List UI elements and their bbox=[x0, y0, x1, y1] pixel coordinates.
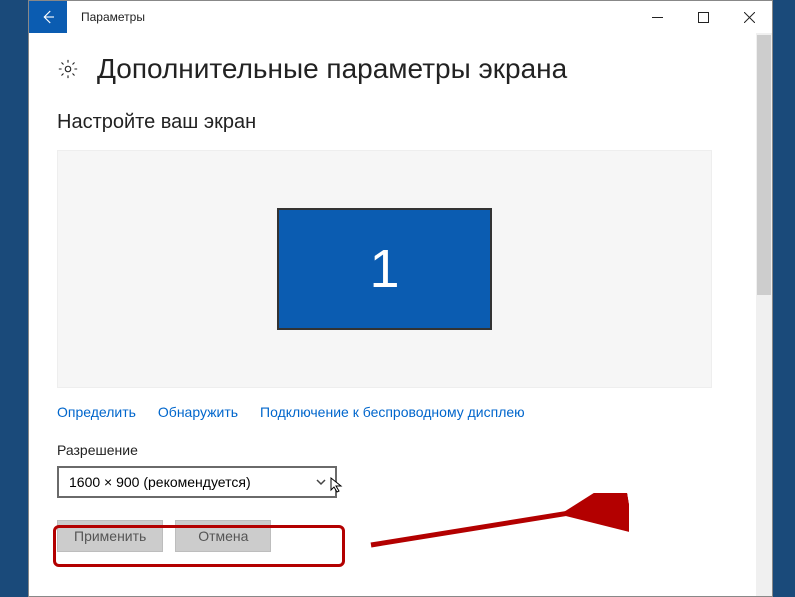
button-row: Применить Отмена bbox=[57, 520, 744, 552]
titlebar: Параметры bbox=[29, 1, 772, 33]
resolution-label: Разрешение bbox=[57, 442, 744, 458]
chevron-down-icon bbox=[315, 476, 327, 488]
gear-icon bbox=[57, 58, 79, 80]
display-links: Определить Обнаружить Подключение к бесп… bbox=[57, 404, 744, 420]
apply-button-label: Применить bbox=[74, 528, 146, 544]
scrollbar-thumb[interactable] bbox=[757, 35, 771, 295]
monitor-tile-1[interactable]: 1 bbox=[277, 208, 492, 330]
monitor-number: 1 bbox=[369, 238, 399, 300]
resolution-selected-value: 1600 × 900 (рекомендуется) bbox=[69, 474, 251, 490]
page-header: Дополнительные параметры экрана bbox=[57, 53, 744, 85]
arrow-left-icon bbox=[39, 8, 57, 26]
window-title: Параметры bbox=[81, 10, 145, 24]
apply-button[interactable]: Применить bbox=[57, 520, 163, 552]
cancel-button-label: Отмена bbox=[198, 528, 248, 544]
content-area: Дополнительные параметры экрана Настройт… bbox=[29, 33, 772, 596]
minimize-button[interactable] bbox=[634, 1, 680, 33]
display-preview-area[interactable]: 1 bbox=[57, 150, 712, 388]
cursor-icon bbox=[329, 476, 347, 494]
detect-link[interactable]: Обнаружить bbox=[158, 404, 238, 420]
maximize-button[interactable] bbox=[680, 1, 726, 33]
section-heading: Настройте ваш экран bbox=[57, 111, 744, 134]
minimize-icon bbox=[652, 12, 663, 23]
page-title: Дополнительные параметры экрана bbox=[97, 53, 567, 85]
settings-window: Параметры Дополнительные параметры эк bbox=[28, 0, 773, 597]
scrollbar[interactable] bbox=[756, 33, 772, 596]
cancel-button[interactable]: Отмена bbox=[175, 520, 271, 552]
window-controls bbox=[634, 1, 772, 33]
maximize-icon bbox=[698, 12, 709, 23]
wireless-display-link[interactable]: Подключение к беспроводному дисплею bbox=[260, 404, 525, 420]
back-button[interactable] bbox=[29, 1, 67, 33]
close-button[interactable] bbox=[726, 1, 772, 33]
close-icon bbox=[744, 12, 755, 23]
identify-link[interactable]: Определить bbox=[57, 404, 136, 420]
resolution-select[interactable]: 1600 × 900 (рекомендуется) bbox=[57, 466, 337, 498]
